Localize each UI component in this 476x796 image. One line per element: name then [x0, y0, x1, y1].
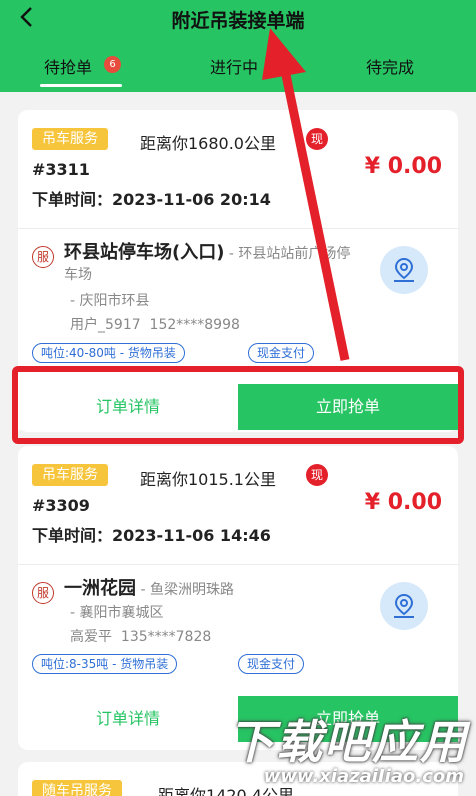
annotation-arrow [262, 28, 350, 361]
watermark-url: www.xiazaiIiao.com [263, 766, 464, 787]
watermark-title: 下载吧应用 [228, 715, 468, 769]
watermark: 下载吧应用 www.xiazaiIiao.com [228, 706, 468, 790]
